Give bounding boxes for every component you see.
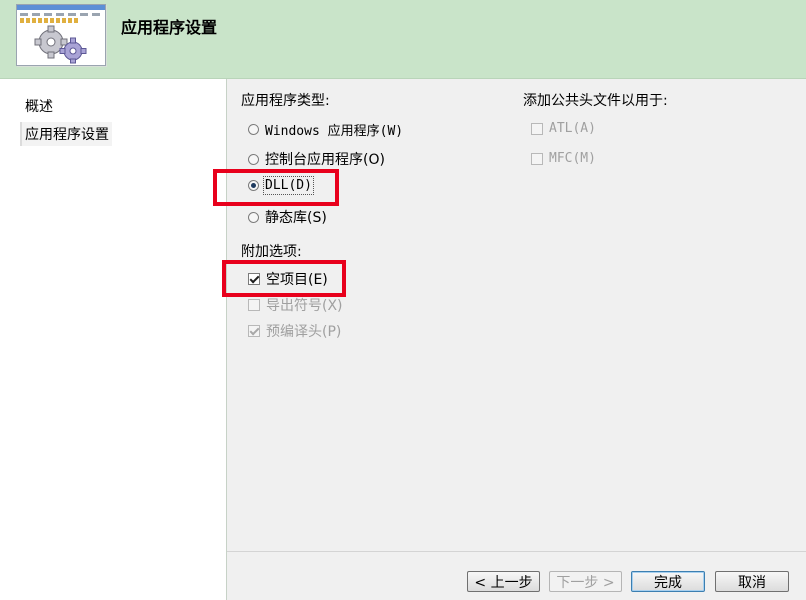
common-headers-label: 添加公共头文件以用于: [523,93,668,109]
next-button: 下一步 > [549,571,622,592]
radio-static-lib[interactable]: 静态库(S) [248,207,327,227]
cancel-button[interactable]: 取消 [715,571,789,592]
previous-button[interactable]: < 上一步 [467,571,540,592]
page-title: 应用程序设置 [121,18,218,37]
radio-label: Windows 应用程序(W) [265,124,404,139]
extra-options-label: 附加选项: [241,244,302,260]
checkbox-label: ATL(A) [549,121,596,136]
radio-button[interactable] [248,153,259,165]
radio-console-app[interactable]: 控制台应用程序(O) [248,149,385,169]
settings-panel: 应用程序类型: Windows 应用程序(W) 控制台应用程序(O) DLL(D… [213,79,806,600]
wizard-header: 应用程序设置 [0,0,806,79]
checkbox-label: MFC(M) [549,151,596,166]
wizard-nav: 概述 应用程序设置 [0,79,227,600]
highlight-box-dll [213,169,339,206]
checkbox [248,325,260,337]
finish-button[interactable]: 完成 [631,571,705,592]
checkbox [248,299,260,311]
radio-label: 静态库(S) [265,210,327,226]
nav-item-app-settings[interactable]: 应用程序设置 [20,122,112,146]
checkbox-precompiled-header: 预编译头(P) [248,321,341,341]
footer-divider [227,551,806,552]
radio-button[interactable] [248,124,259,135]
checkbox-label: 预编译头(P) [266,324,342,340]
checkbox [531,122,543,135]
checkbox-export-symbols: 导出符号(X) [248,295,343,315]
highlight-box-empty-project [222,260,346,297]
checkbox-label: 导出符号(X) [266,298,343,314]
checkbox-atl: ATL(A) [531,121,596,136]
radio-windows-app[interactable]: Windows 应用程序(W) [248,120,403,139]
gears-wizard-icon [16,4,106,66]
radio-label: 控制台应用程序(O) [265,152,385,168]
app-type-label: 应用程序类型: [241,93,330,109]
checkbox [531,152,543,165]
radio-button[interactable] [248,211,259,223]
nav-item-overview[interactable]: 概述 [22,94,56,118]
checkbox-mfc: MFC(M) [531,151,596,166]
